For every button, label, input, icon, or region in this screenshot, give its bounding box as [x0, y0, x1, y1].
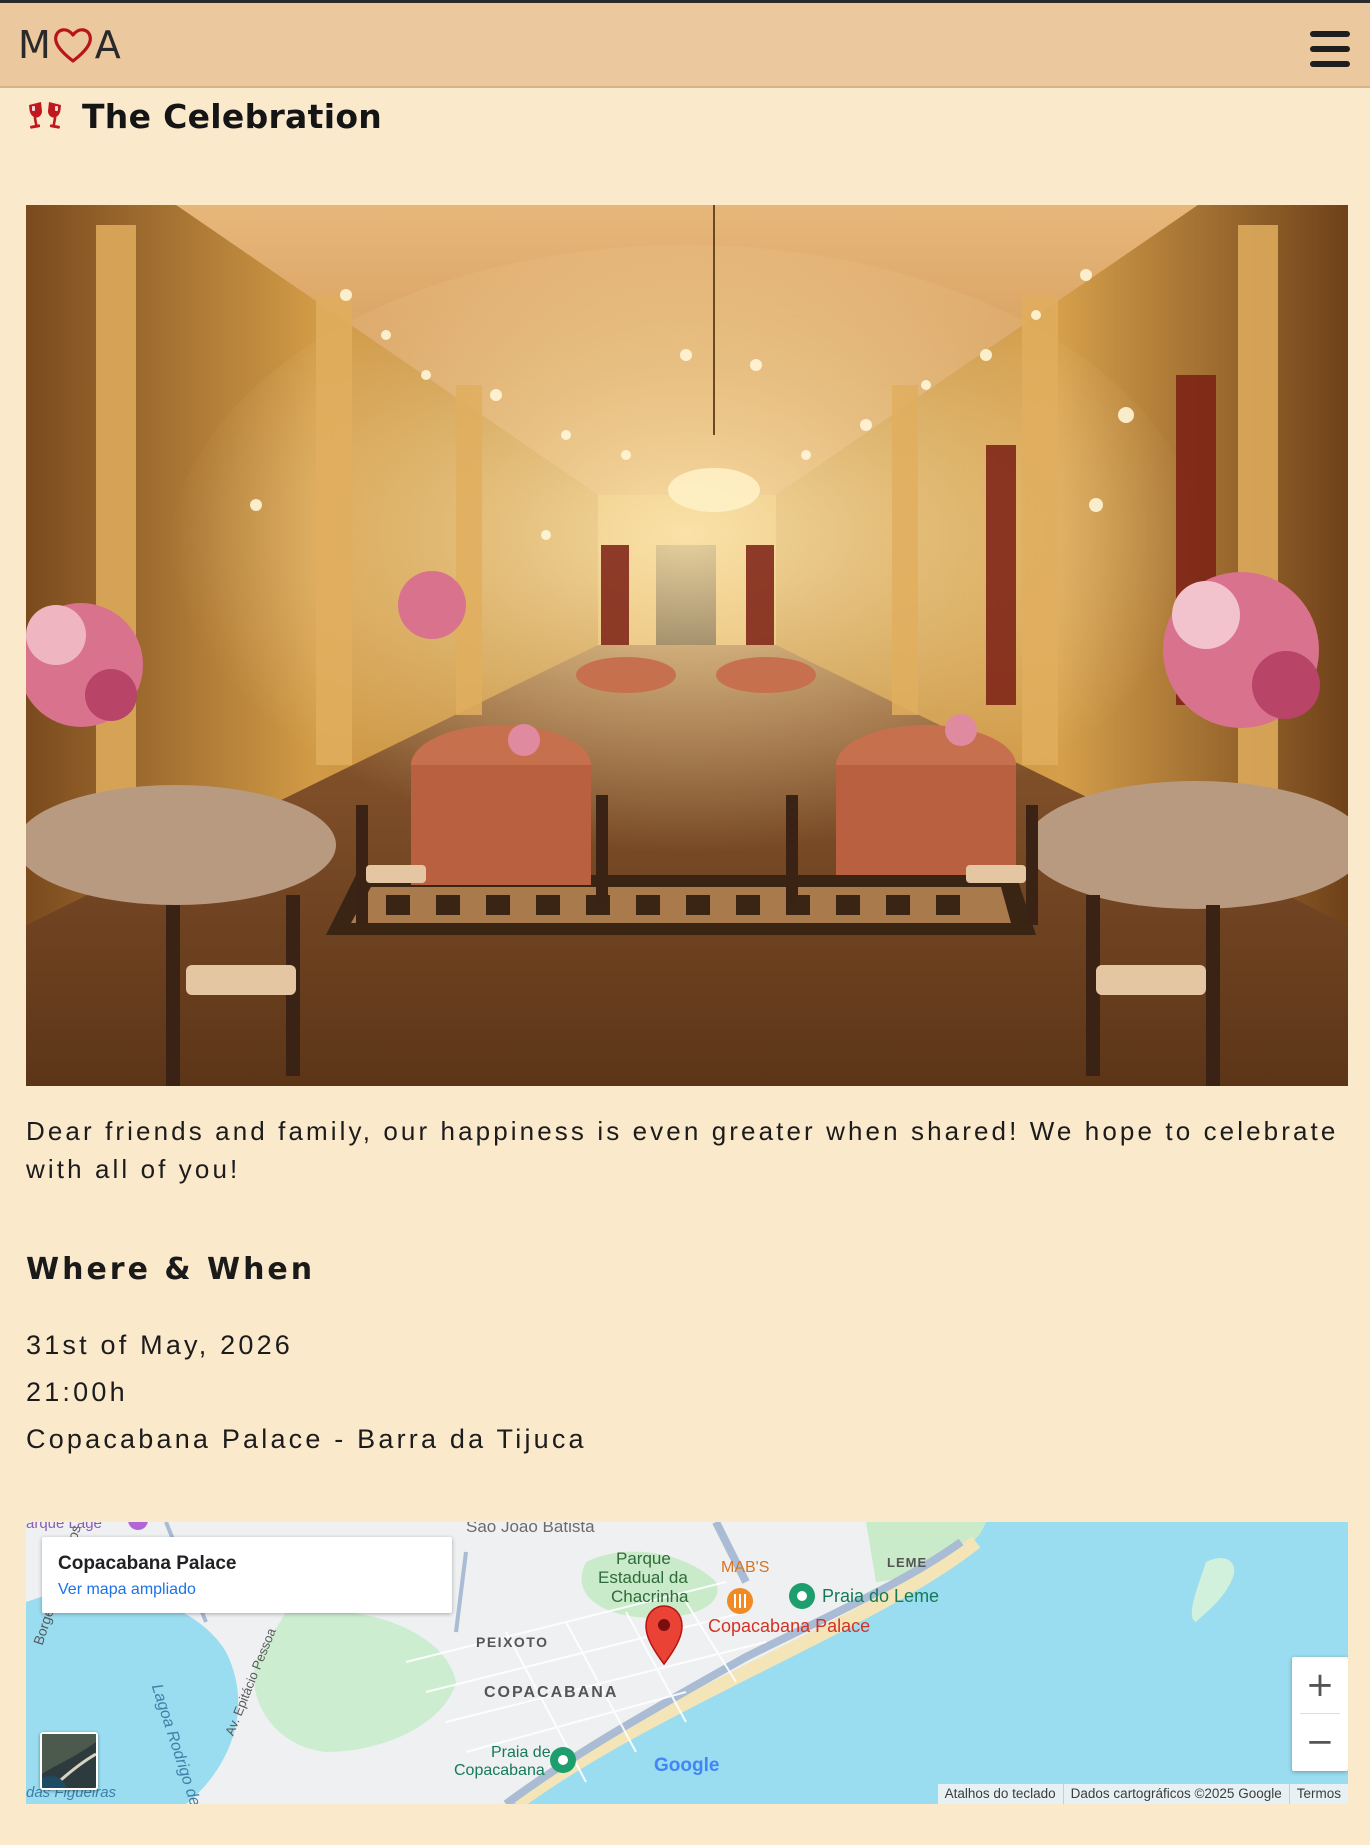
- map-label: Chacrinha: [611, 1587, 689, 1606]
- intro-message: Dear friends and family, our happiness i…: [26, 1116, 1339, 1184]
- map-label: São João Batista: [466, 1522, 595, 1536]
- map-label: COPACABANA: [484, 1684, 619, 1701]
- zoom-out-button[interactable]: −: [1292, 1714, 1348, 1770]
- place-name: Copacabana Palace: [58, 1553, 237, 1574]
- event-time: 21:00h: [26, 1377, 128, 1407]
- hamburger-menu-icon[interactable]: [1310, 31, 1350, 67]
- zoom-controls: + −: [1292, 1657, 1348, 1771]
- logo[interactable]: M A: [18, 23, 121, 67]
- logo-letter-a: A: [94, 23, 121, 67]
- menu-bar: [1310, 46, 1350, 52]
- map-label: Copacabana: [454, 1762, 545, 1779]
- satellite-toggle[interactable]: [40, 1732, 98, 1790]
- map-label: arque Lage: [26, 1522, 102, 1532]
- logo-letter-m: M: [18, 23, 51, 67]
- event-date: 31st of May, 2026: [26, 1330, 294, 1360]
- map-label: Copacabana Palace: [708, 1616, 871, 1636]
- map-label: PEIXOTO: [476, 1634, 549, 1650]
- banquet-hall-photo: [26, 205, 1348, 1086]
- page-title: The Celebration: [82, 96, 383, 136]
- top-nav-bar: M A: [0, 0, 1370, 88]
- map-label: MAB'S: [721, 1559, 770, 1576]
- map-label: LEME: [887, 1555, 928, 1570]
- map-label: Praia de: [491, 1744, 551, 1761]
- toast-glasses-icon: [29, 102, 61, 129]
- map-data-credit: Dados cartográficos ©2025 Google: [1062, 1784, 1289, 1804]
- map-label: Estadual da: [598, 1568, 688, 1587]
- section-header: The Celebration: [26, 94, 382, 138]
- map-label: Parque: [616, 1549, 671, 1568]
- menu-bar: [1310, 61, 1350, 67]
- event-venue: Copacabana Palace - Barra da Tijuca: [26, 1424, 587, 1454]
- satellite-thumbnail-icon: [42, 1734, 96, 1788]
- keyboard-shortcuts-link[interactable]: Atalhos do teclado: [938, 1784, 1063, 1804]
- zoom-in-button[interactable]: +: [1292, 1657, 1348, 1713]
- where-when-heading: Where & When: [26, 1252, 316, 1287]
- google-logo: Google: [654, 1755, 720, 1776]
- embedded-map[interactable]: São João Batista Parque Estadual da Chac…: [26, 1522, 1348, 1804]
- menu-bar: [1310, 31, 1350, 37]
- map-attribution: Atalhos do teclado Dados cartográficos ©…: [937, 1784, 1348, 1804]
- heart-icon: [53, 28, 92, 63]
- view-larger-map-link[interactable]: Ver mapa ampliado: [58, 1581, 196, 1599]
- place-info-card: Copacabana Palace Ver mapa ampliado: [42, 1537, 452, 1613]
- terms-link[interactable]: Termos: [1288, 1784, 1348, 1804]
- map-label: Praia do Leme: [822, 1586, 940, 1606]
